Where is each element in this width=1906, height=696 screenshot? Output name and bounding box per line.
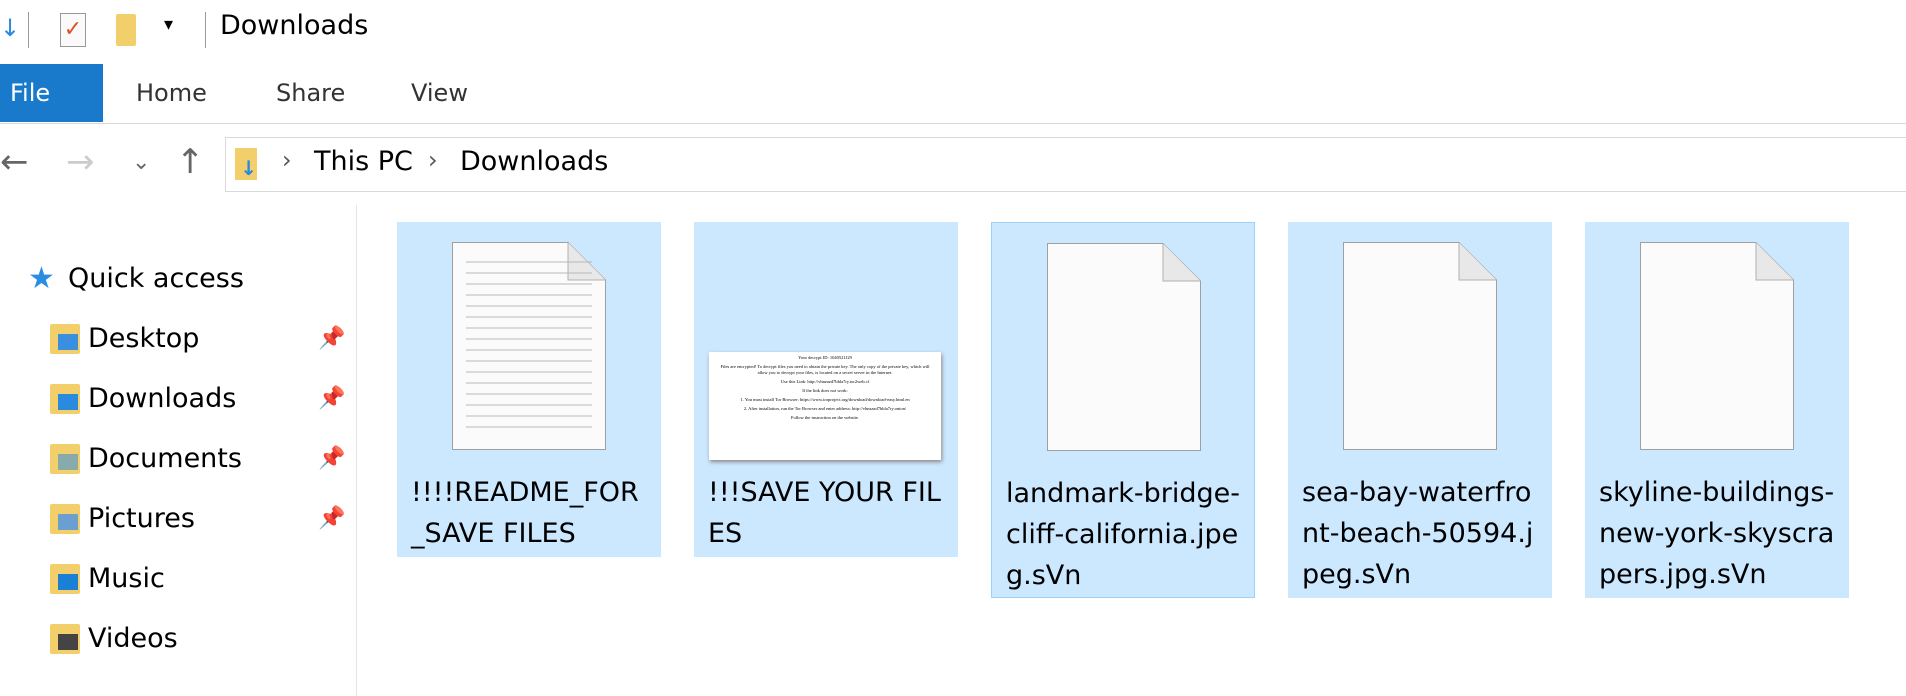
sidebar-item-label: Desktop — [88, 323, 200, 354]
videos-folder-icon — [50, 624, 80, 654]
sidebar-item-videos[interactable]: Videos — [0, 610, 356, 668]
star-icon: ★ — [28, 261, 55, 296]
thumbnail-text: Use this Link: http://vhnzazd7bhla7ry.to… — [780, 379, 870, 384]
blank-file-icon — [1047, 243, 1201, 451]
breadcrumb-downloads[interactable]: Downloads — [460, 146, 608, 177]
file-name: !!!!README_FOR_SAVE FILES — [411, 477, 639, 549]
tab-share[interactable]: Share — [276, 64, 345, 122]
downloads-folder-icon: ↓ — [235, 148, 257, 180]
thumbnail-text: 2. After installation, run the Tor Brows… — [743, 406, 907, 411]
up-button[interactable]: ↑ — [176, 142, 205, 182]
downloads-folder-icon — [50, 384, 80, 414]
divider — [28, 12, 29, 48]
file-item[interactable]: Your decrypt ID: 1040521J29 Files are enc… — [694, 222, 958, 557]
customize-toolbar-dropdown-icon[interactable]: ▾ — [164, 14, 173, 35]
breadcrumb-this-pc[interactable]: This PC — [314, 146, 413, 177]
html-thumbnail: Your decrypt ID: 1040521J29 Files are enc… — [709, 352, 941, 460]
music-folder-icon — [50, 564, 80, 594]
pin-icon[interactable]: 📌 — [318, 310, 345, 368]
sidebar-item-music[interactable]: Music — [0, 550, 356, 608]
sidebar-item-desktop[interactable]: Desktop 📌 — [0, 310, 356, 368]
chevron-right-icon[interactable]: › — [282, 146, 292, 174]
sidebar-item-label: Videos — [88, 623, 178, 654]
downloads-quick-icon[interactable]: ↓ — [0, 14, 20, 44]
sidebar-item-label: Documents — [88, 443, 242, 474]
pictures-folder-icon — [50, 504, 80, 534]
file-name: !!!SAVE YOUR FILES — [708, 477, 941, 549]
file-name: sea-bay-waterfront-beach-50594.jpeg.sVn — [1302, 477, 1534, 590]
properties-icon[interactable]: ✓ — [60, 13, 86, 47]
divider — [356, 205, 357, 696]
tab-file[interactable]: File — [0, 64, 103, 122]
recent-locations-chevron-down-icon[interactable]: ⌄ — [132, 150, 150, 175]
chevron-right-icon[interactable]: › — [428, 146, 438, 174]
sidebar-item-label: Music — [88, 563, 165, 594]
thumbnail-text: If the link does not work: — [802, 388, 848, 393]
window-title: Downloads — [220, 10, 369, 41]
sidebar-item-downloads[interactable]: Downloads 📌 — [0, 370, 356, 428]
tab-view[interactable]: View — [411, 64, 468, 122]
sidebar-item-documents[interactable]: Documents 📌 — [0, 430, 356, 488]
tab-home[interactable]: Home — [136, 64, 207, 122]
forward-button[interactable]: → — [66, 142, 95, 182]
file-name: skyline-buildings-new-york-skyscrapers.j… — [1599, 477, 1835, 590]
file-item[interactable]: !!!!README_FOR_SAVE FILES — [397, 222, 661, 557]
sidebar-item-label: Quick access — [68, 263, 244, 294]
thumbnail-text: Follow the instruction on the website. — [791, 415, 859, 420]
pin-icon[interactable]: 📌 — [318, 430, 345, 488]
divider — [0, 123, 1906, 124]
thumbnail-text: Your decrypt ID: 1040521J29 — [798, 355, 852, 360]
thumbnail-text: 1. You must install Tor Browser: https:/… — [740, 397, 910, 402]
desktop-folder-icon — [50, 324, 80, 354]
text-document-icon — [452, 242, 606, 450]
file-item[interactable]: sea-bay-waterfront-beach-50594.jpeg.sVn — [1288, 222, 1552, 598]
file-item[interactable]: landmark-bridge-cliff-california.jpeg.sV… — [991, 222, 1255, 598]
divider — [205, 12, 206, 48]
blank-file-icon — [1343, 242, 1497, 450]
sidebar-item-label: Pictures — [88, 503, 195, 534]
sidebar-item-label: Downloads — [88, 383, 237, 414]
pin-icon[interactable]: 📌 — [318, 370, 345, 428]
pin-icon[interactable]: 📌 — [318, 490, 345, 548]
file-item[interactable]: skyline-buildings-new-york-skyscrapers.j… — [1585, 222, 1849, 598]
documents-folder-icon — [50, 444, 80, 474]
new-folder-icon[interactable] — [116, 14, 136, 46]
sidebar-item-pictures[interactable]: Pictures 📌 — [0, 490, 356, 548]
blank-file-icon — [1640, 242, 1794, 450]
thumbnail-text: Files are encrypted! To decrypt files yo… — [720, 364, 930, 375]
file-name: landmark-bridge-cliff-california.jpeg.sV… — [1006, 478, 1240, 591]
back-button[interactable]: ← — [0, 142, 29, 182]
sidebar-quick-access[interactable]: ★ Quick access — [0, 250, 356, 308]
